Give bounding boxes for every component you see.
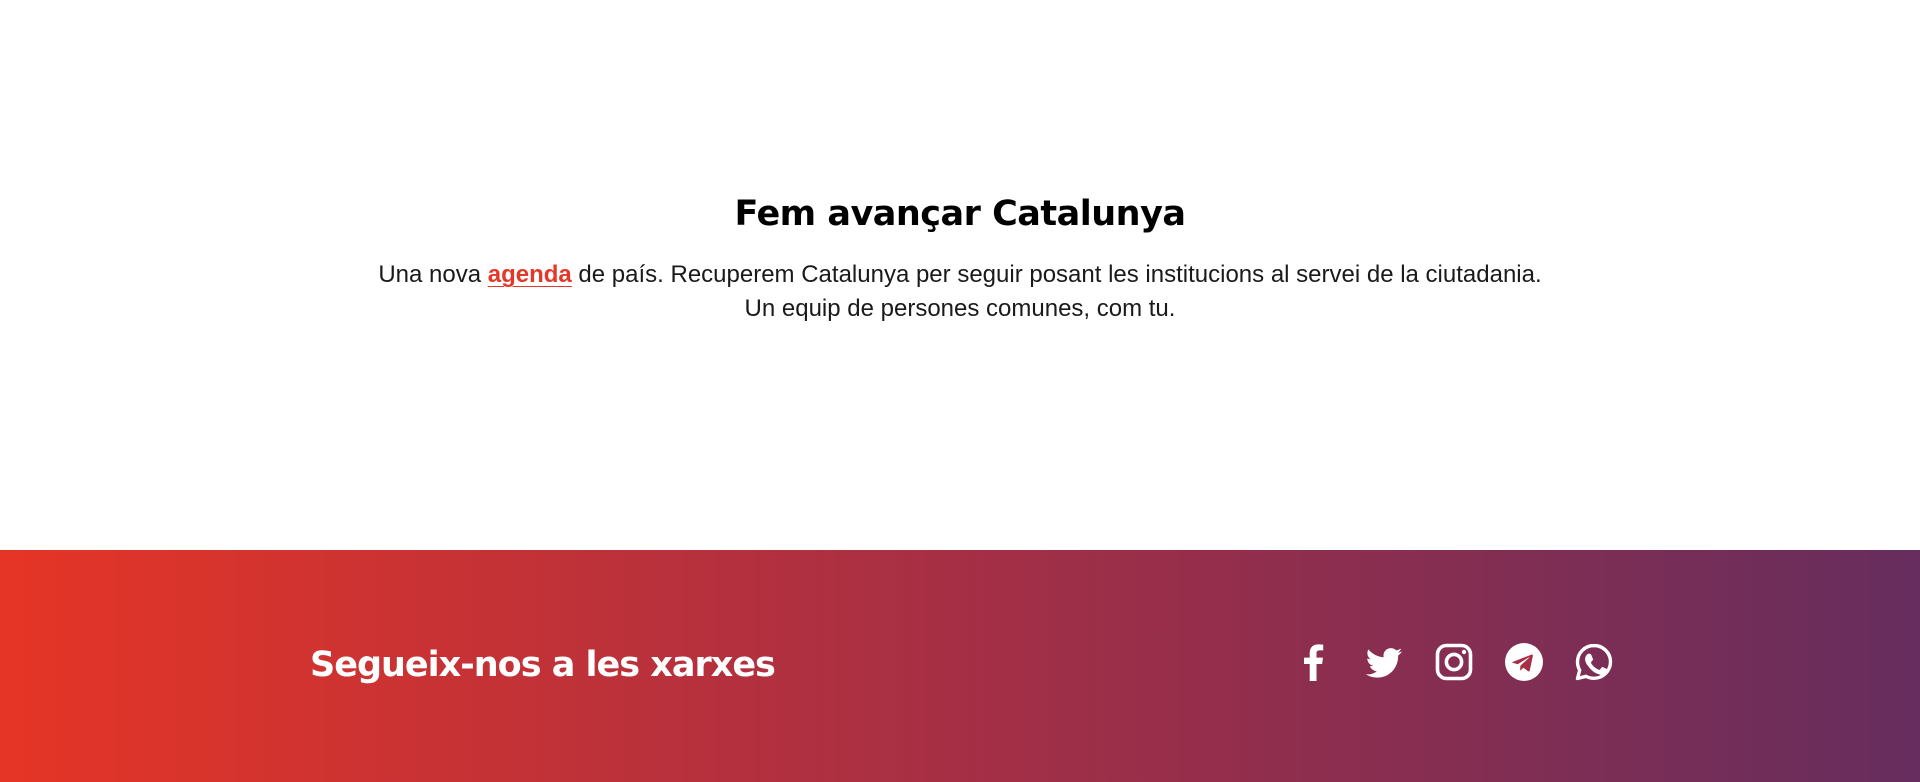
intro-section: Fem avançar Catalunya Una nova agenda de…: [0, 0, 1920, 550]
intro-content: Fem avançar Catalunya Una nova agenda de…: [0, 190, 1920, 326]
twitter-icon: [1365, 648, 1402, 678]
instagram-link[interactable]: [1434, 642, 1474, 682]
facebook-link[interactable]: [1294, 642, 1334, 682]
telegram-icon: [1505, 643, 1543, 681]
intro-text: Una nova agenda de país. Recuperem Catal…: [0, 258, 1920, 326]
social-links: [1294, 642, 1614, 682]
twitter-link[interactable]: [1364, 642, 1404, 682]
intro-title: Fem avançar Catalunya: [734, 194, 1186, 234]
whatsapp-link[interactable]: [1574, 642, 1614, 682]
whatsapp-icon: [1575, 643, 1613, 681]
social-footer: Segueix-nos a les xarxes: [0, 550, 1920, 782]
telegram-link[interactable]: [1504, 642, 1544, 682]
facebook-icon: [1304, 644, 1324, 681]
instagram-icon: [1435, 643, 1473, 681]
agenda-link[interactable]: agenda: [488, 261, 572, 288]
intro-text-before-link: Una nova: [378, 261, 488, 288]
footer-title: Segueix-nos a les xarxes: [310, 645, 776, 685]
intro-text-line2: Un equip de persones comunes, com tu.: [744, 295, 1176, 322]
intro-text-after-link: de país. Recuperem Catalunya per seguir …: [571, 261, 1542, 288]
